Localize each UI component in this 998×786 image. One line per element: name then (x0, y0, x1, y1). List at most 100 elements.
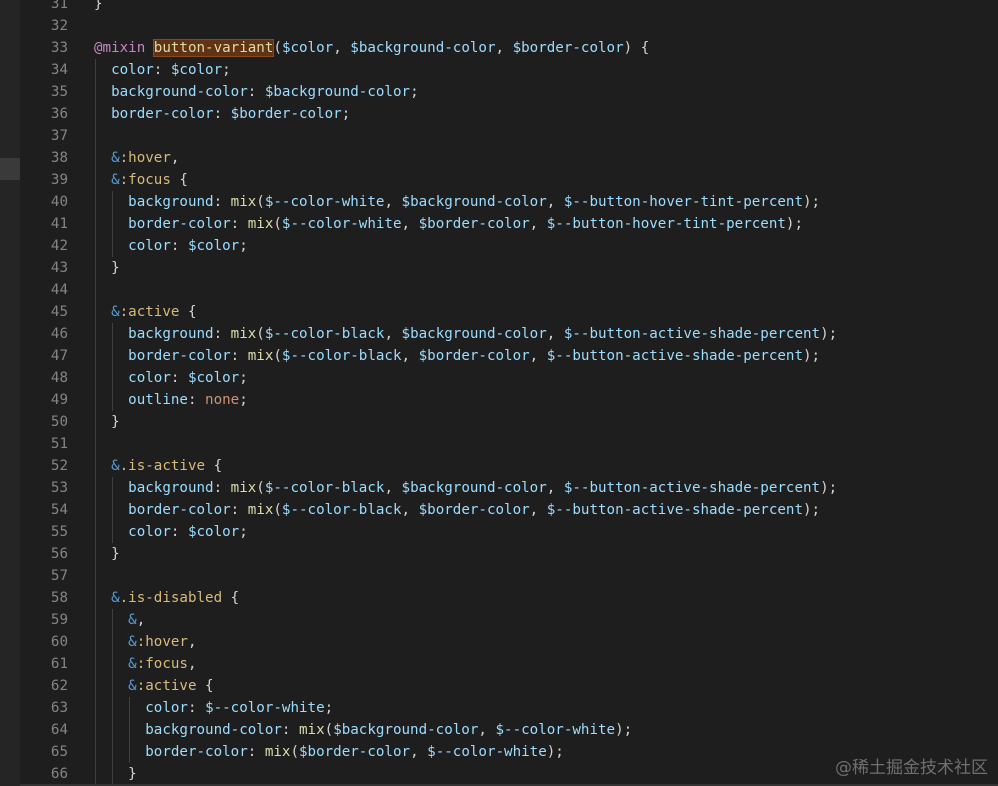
code-line[interactable]: 52 &.is-active { (20, 455, 998, 477)
code-token: $--button-active-shade-percent (546, 502, 803, 518)
indent-guide (112, 521, 114, 543)
code-line[interactable]: 35 background-color: $background-color; (20, 81, 998, 103)
line-number: 51 (50, 436, 68, 452)
line-number: 46 (50, 326, 68, 342)
code-token: :hover (119, 150, 171, 166)
code-line[interactable]: 57 (20, 565, 998, 587)
code-token: , (384, 480, 402, 496)
code-token: $color (187, 524, 240, 540)
code-token: , (333, 40, 351, 56)
indent-guide (112, 719, 114, 741)
code-token: $--color-black (281, 502, 402, 518)
code-line[interactable]: 45 &:active { (20, 301, 998, 323)
code-token: & (128, 612, 137, 628)
code-token: ; (341, 106, 351, 122)
code-token: .is-disabled (119, 590, 223, 606)
code-line[interactable]: 50} (20, 411, 998, 433)
indent-guide (112, 741, 114, 763)
code-line[interactable]: 56} (20, 543, 998, 565)
code-line[interactable]: 43} (20, 257, 998, 279)
code-line[interactable]: 62 &:active { (20, 675, 998, 697)
code-token: mix (264, 744, 291, 760)
code-token: ); (820, 326, 838, 342)
code-token: $--button-active-shade-percent (563, 480, 821, 496)
code-line[interactable]: 32 (20, 15, 998, 37)
code-token: background-color (111, 84, 248, 100)
code-token: $--button-hover-tint-percent (563, 194, 804, 210)
indent-guide (112, 345, 114, 367)
code-token: ( (273, 348, 282, 364)
code-token: { (179, 304, 197, 320)
code-token: , (401, 502, 419, 518)
code-token: } (111, 546, 120, 562)
code-token: mix (230, 480, 257, 496)
code-line[interactable]: 44 (20, 279, 998, 301)
code-token: : (230, 348, 248, 364)
code-token: ); (803, 502, 821, 518)
watermark: @稀土掘金技术社区 (835, 758, 988, 778)
code-token: $border-color (418, 216, 530, 232)
line-code: color: $color; (128, 367, 248, 389)
code-token: background (128, 480, 214, 496)
code-line[interactable]: 54 border-color: mix($--color-black, $bor… (20, 499, 998, 521)
indent-guide (112, 213, 114, 235)
code-token: background (128, 326, 214, 342)
code-line[interactable]: 37 (20, 125, 998, 147)
code-line[interactable]: 33 @mixin button-variant($color, $backgro… (20, 37, 998, 59)
code-line[interactable]: 38 &:hover, (20, 147, 998, 169)
indent-guide (112, 631, 114, 653)
code-token: ); (803, 348, 821, 364)
code-token: : (187, 700, 206, 716)
indent-guide (95, 741, 96, 763)
line-number: 34 (50, 62, 68, 78)
code-token: ; (239, 524, 248, 540)
code-line[interactable]: 51 (20, 433, 998, 455)
code-token: @mixin (94, 40, 146, 56)
code-line[interactable]: 49 outline: none; (20, 389, 998, 411)
line-code: background: mix($--color-black, $backgro… (128, 477, 837, 499)
code-line[interactable]: 53 background: mix($--color-black, $backg… (20, 477, 998, 499)
code-token: , (546, 480, 564, 496)
code-line[interactable]: 34 color: $color; (20, 59, 998, 81)
code-token: none (205, 392, 240, 408)
code-line[interactable]: 60 &:hover, (20, 631, 998, 653)
code-line[interactable]: 46 background: mix($--color-black, $backg… (20, 323, 998, 345)
code-token: ( (273, 216, 282, 232)
code-lines[interactable]: 31} 32 33 @mixin button-variant($color, $ba… (20, 0, 998, 785)
code-line[interactable]: 40 background: mix($--color-white, $backg… (20, 191, 998, 213)
code-token: ( (273, 502, 282, 518)
code-line[interactable]: 48 color: $color; (20, 367, 998, 389)
code-line[interactable]: 41 border-color: mix($--color-white, $bor… (20, 213, 998, 235)
line-number: 52 (50, 458, 68, 474)
line-code: background: mix($--color-black, $backgro… (128, 323, 837, 345)
code-token: { (205, 458, 223, 474)
code-line[interactable]: 64 background-color: mix($background-colo… (20, 719, 998, 741)
indent-guide (95, 235, 96, 257)
code-token: background (128, 194, 214, 210)
code-line[interactable]: 47 border-color: mix($--color-black, $bor… (20, 345, 998, 367)
code-line[interactable]: 58 &.is-disabled { (20, 587, 998, 609)
code-editor[interactable]: 31} 32 33 @mixin button-variant($color, $ba… (0, 0, 998, 786)
code-line[interactable]: 42 color: $color; (20, 235, 998, 257)
indent-guide (95, 257, 96, 279)
code-token: , (384, 194, 402, 210)
code-line[interactable]: 55 color: $color; (20, 521, 998, 543)
line-number: 56 (50, 546, 68, 562)
code-token: : (170, 524, 188, 540)
code-token: : (213, 326, 231, 342)
code-line[interactable]: 63 color: $--color-white; (20, 697, 998, 719)
code-line[interactable]: 59 &, (20, 609, 998, 631)
code-token: $color (170, 62, 223, 78)
indent-guide (95, 543, 96, 565)
line-number: 58 (50, 590, 68, 606)
code-token: outline (128, 392, 188, 408)
code-line[interactable]: 39 &:focus { (20, 169, 998, 191)
code-line[interactable]: 31} (20, 0, 998, 15)
indent-guide (95, 609, 96, 631)
line-code: background: mix($--color-white, $backgro… (128, 191, 820, 213)
code-token: , (401, 216, 419, 232)
code-line[interactable]: 36 border-color: $border-color; (20, 103, 998, 125)
code-line[interactable]: 61 &:focus, (20, 653, 998, 675)
line-number: 61 (50, 656, 68, 672)
